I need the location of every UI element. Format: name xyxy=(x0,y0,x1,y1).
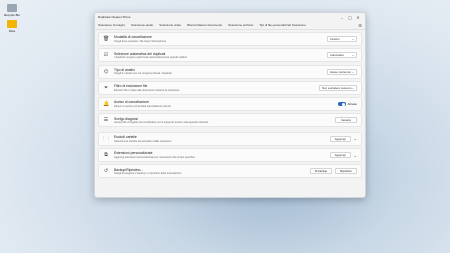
close-icon[interactable]: ✕ xyxy=(354,15,362,20)
setting-delete-mode: 🗑 Modalità di cancellazione Scegli dove … xyxy=(98,32,362,46)
tab-archive[interactable]: Scansione archivio xyxy=(228,23,253,27)
toggle-switch[interactable] xyxy=(337,102,346,107)
setting-exclude-folders[interactable]: 🗀 Escludi cartelle Seleziona le cartelle… xyxy=(98,131,362,146)
backup-button[interactable]: Di backup xyxy=(310,168,332,175)
delete-mode-select[interactable]: Cestino ⌄ xyxy=(327,36,357,42)
log-icon: ☰ xyxy=(103,117,109,124)
select-value: Cestino xyxy=(330,37,340,41)
tab-custom-types[interactable]: Tipi di file personalizzati Scansione xyxy=(259,23,306,27)
setting-scan-type: ⌬ Tipo di analisi Scegli il metodo con c… xyxy=(98,64,362,79)
settings-list: 🗑 Modalità di cancellazione Scegli dove … xyxy=(95,30,365,179)
title-bar: Duplicate Cleaner Prime – ▢ ✕ xyxy=(95,13,365,21)
setting-exclude-filter: ⏷ Filtro di esclusione file Escludi i fi… xyxy=(98,80,362,95)
scan-type-select[interactable]: Hasso contenuto ⌄ xyxy=(327,68,357,75)
folder-icon: 🗀 xyxy=(103,135,109,142)
select-value: Hasso contenuto xyxy=(330,69,351,74)
puzzle-icon: ⧉ xyxy=(104,152,108,159)
app-window: Duplicate Cleaner Prime – ▢ ✕ Scansione … xyxy=(94,12,366,198)
setting-desc: I duplicati vengono selezionati automati… xyxy=(114,56,188,60)
chevron-down-icon: ⌄ xyxy=(351,53,354,58)
select-value: Non escludere nessuno xyxy=(322,85,352,90)
setting-desc: Aggiungi estensioni personalizzate per r… xyxy=(114,155,196,159)
recycle-bin-icon xyxy=(7,4,17,12)
generate-button[interactable]: Genera xyxy=(335,117,357,124)
desktop-icon-files[interactable]: Files xyxy=(2,20,22,33)
bin-icon: 🗑 xyxy=(103,36,110,42)
restore-button[interactable]: Ripristino xyxy=(335,168,357,175)
desktop-icon-recycle-bin[interactable]: Recycle Bin xyxy=(2,4,22,17)
folder-icon xyxy=(7,20,17,28)
desktop-icon-label: Files xyxy=(8,29,16,33)
delete-warning-toggle[interactable]: Attivato xyxy=(337,102,357,107)
setting-custom-extensions[interactable]: ⧉ Estensioni personalizzate Aggiungi est… xyxy=(98,148,362,163)
setting-desc: Scegli di eseguire il backup o il ripris… xyxy=(114,172,182,176)
minimize-icon[interactable]: – xyxy=(338,15,346,20)
exclude-filter-select[interactable]: Non escludere nessuno ⌄ xyxy=(319,84,357,91)
chevron-down-icon: ⌄ xyxy=(351,69,354,74)
chevron-down-icon[interactable]: ⌄ xyxy=(354,153,357,158)
toggle-label: Attivato xyxy=(347,102,357,107)
desktop-icon-label: Recycle Bin xyxy=(4,13,20,17)
chevron-down-icon: ⌄ xyxy=(351,37,354,41)
setting-delete-warning: 🔔 Avviso di cancellazione Ricevi un avvi… xyxy=(98,97,362,112)
add-folder-button[interactable]: Aggiungi xyxy=(329,135,351,142)
tab-bar: Scansione Immagini Scansione audio Scans… xyxy=(95,21,365,30)
menu-icon[interactable]: ☰ xyxy=(358,23,362,28)
setting-title: Modalità di cancellazione xyxy=(114,35,152,40)
tab-images[interactable]: Scansione Immagini xyxy=(98,23,125,27)
select-value: Automatico xyxy=(330,53,344,58)
setting-backup-restore: ↺ Backup/Ripristino... Scegli di eseguir… xyxy=(98,164,362,179)
setting-desc: Escludi i file in base alle dimensioni d… xyxy=(114,88,180,92)
chevron-down-icon[interactable]: ⌄ xyxy=(354,136,357,141)
auto-select-select[interactable]: Automatico ⌄ xyxy=(327,52,357,59)
setting-desc: Ricevi un avviso prima della cancellazio… xyxy=(114,104,171,108)
tab-document-lock[interactable]: Blocco/rilascio documento xyxy=(187,23,222,27)
setting-title: Filtro di esclusione file xyxy=(114,84,148,89)
setting-title: Selezione automatica dei duplicati xyxy=(114,51,166,56)
maximize-icon[interactable]: ▢ xyxy=(346,15,354,20)
setting-title: Escludi cartelle xyxy=(114,134,137,139)
setting-auto-select: ☑ Selezione automatica dei duplicati I d… xyxy=(98,48,362,63)
setting-desc: Scegli il metodo con cui vengono rilevat… xyxy=(114,72,172,76)
setting-desc: Seleziona le cartelle da escludere dalla… xyxy=(114,139,172,143)
restore-icon: ↺ xyxy=(103,168,109,175)
setting-title: Backup/Ripristino... xyxy=(114,167,144,172)
scan-icon: ⌬ xyxy=(103,68,109,75)
setting-title: Estensioni personalizzate xyxy=(114,151,153,156)
chevron-down-icon: ⌄ xyxy=(351,85,354,90)
tab-video[interactable]: Scansione video xyxy=(159,23,181,27)
setting-diagnostics: ☰ Svelgo diagnosi Genera file di registr… xyxy=(98,113,362,128)
setting-desc: Genera file di registro da condividere c… xyxy=(114,121,209,125)
window-title: Duplicate Cleaner Prime xyxy=(98,15,131,19)
setting-desc: Scegli dove spostare i file dopo l'elimi… xyxy=(114,39,167,43)
add-extension-button[interactable]: Aggiungi xyxy=(329,152,351,159)
check-list-icon: ☑ xyxy=(103,52,109,59)
tab-audio[interactable]: Scansione audio xyxy=(131,23,153,27)
filter-icon: ⏷ xyxy=(103,84,108,91)
setting-title: Avviso di cancellazione xyxy=(114,100,149,105)
bell-icon: 🔔 xyxy=(103,101,110,108)
